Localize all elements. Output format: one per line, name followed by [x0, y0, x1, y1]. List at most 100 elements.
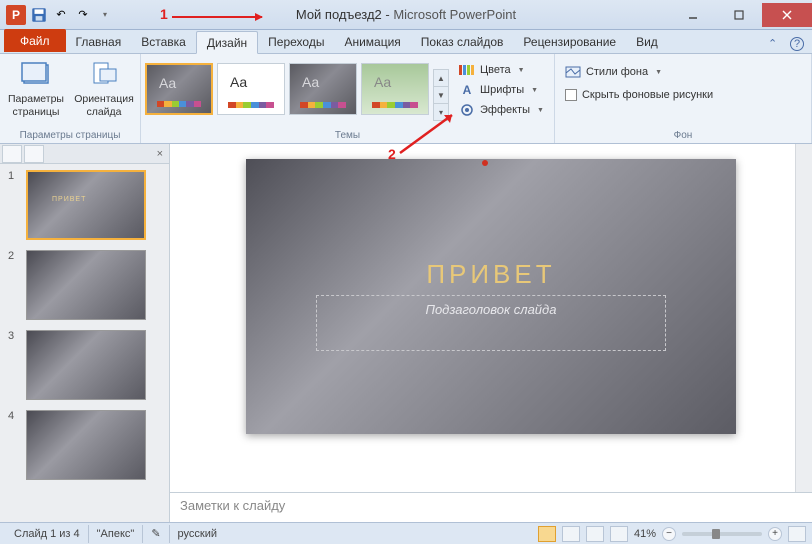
file-tab[interactable]: Файл: [4, 29, 66, 52]
theme-fonts-button[interactable]: A Шрифты▼: [455, 81, 548, 99]
qat-dropdown-icon[interactable]: ▾: [96, 6, 114, 24]
tab-review[interactable]: Рецензирование: [513, 30, 626, 53]
theme-thumb-4[interactable]: Aa: [361, 63, 429, 115]
app-icon[interactable]: P: [6, 5, 26, 25]
group-background: Стили фона▼ Скрыть фоновые рисунки Фон: [555, 54, 812, 143]
page-setup-icon: [20, 59, 52, 91]
annotation-arrow-1: [172, 16, 262, 18]
redo-icon[interactable]: ↷: [74, 6, 92, 24]
slide-subtitle-text: Подзаголовок слайда: [426, 302, 557, 317]
theme-colors-button[interactable]: Цвета▼: [455, 61, 548, 79]
window-title: Мой подъезд2 - Microsoft PowerPoint: [296, 7, 516, 22]
undo-icon[interactable]: ↶: [52, 6, 70, 24]
notes-placeholder: Заметки к слайду: [180, 498, 285, 513]
thumb-slide[interactable]: ПРИВЕТ: [26, 170, 146, 240]
group-themes: Aa Aa Aa Aa ▲ ▼ ▾: [141, 54, 555, 143]
theme-thumb-current[interactable]: Aa: [145, 63, 213, 115]
thumb-item[interactable]: 4: [8, 410, 161, 480]
thumb-slide[interactable]: [26, 250, 146, 320]
page-setup-label: Параметры страницы: [6, 93, 66, 118]
orientation-icon: [88, 59, 120, 91]
status-bar: Слайд 1 из 4 "Апекс" ✎ русский 41% − +: [0, 522, 812, 544]
annotation-dot: [482, 160, 488, 166]
status-theme[interactable]: "Апекс": [89, 525, 144, 543]
spellcheck-icon: ✎: [151, 527, 160, 540]
tab-insert[interactable]: Вставка: [131, 30, 196, 53]
zoom-value[interactable]: 41%: [634, 528, 656, 540]
gallery-down-icon[interactable]: ▼: [434, 87, 448, 104]
group-label-themes: Темы: [145, 128, 550, 143]
normal-view-button[interactable]: [538, 526, 556, 542]
quick-access-toolbar: P ↶ ↷ ▾: [0, 5, 120, 25]
thumbnails-panel: × 1 ПРИВЕТ 2 3 4: [0, 144, 170, 522]
chevron-down-icon: ▼: [655, 69, 662, 76]
maximize-button[interactable]: [716, 3, 762, 27]
ribbon-tabs: Файл Главная Вставка Дизайн Переходы Ани…: [0, 30, 812, 54]
tab-transitions[interactable]: Переходы: [258, 30, 334, 53]
tab-view[interactable]: Вид: [626, 30, 668, 53]
annotation-1: 1: [160, 6, 168, 22]
sorter-view-button[interactable]: [562, 526, 580, 542]
notes-pane[interactable]: Заметки к слайду: [170, 492, 812, 522]
thumb-tab-slides[interactable]: [2, 145, 22, 163]
tab-animations[interactable]: Анимация: [334, 30, 410, 53]
thumbnail-tabs: ×: [0, 144, 169, 164]
doc-name: Мой подъезд2: [296, 7, 382, 22]
chevron-down-icon: ▼: [518, 67, 525, 74]
effects-icon: [459, 103, 475, 117]
status-language[interactable]: русский: [170, 525, 225, 543]
zoom-slider[interactable]: [682, 532, 762, 536]
background-styles-icon: [565, 65, 581, 79]
status-slide-info[interactable]: Слайд 1 из 4: [6, 525, 89, 543]
theme-thumb-office[interactable]: Aa: [217, 63, 285, 115]
themes-gallery: Aa Aa Aa Aa ▲ ▼ ▾: [145, 57, 449, 121]
help-icon[interactable]: ?: [790, 37, 804, 51]
chevron-down-icon: ▼: [531, 87, 538, 94]
fonts-icon: A: [459, 83, 475, 97]
thumb-item[interactable]: 1 ПРИВЕТ: [8, 170, 161, 240]
theme-thumb-3[interactable]: Aa: [289, 63, 357, 115]
zoom-slider-thumb[interactable]: [712, 529, 720, 539]
reading-view-button[interactable]: [586, 526, 604, 542]
orientation-button[interactable]: Ориентация слайда: [72, 57, 136, 120]
thumb-item[interactable]: 2: [8, 250, 161, 320]
zoom-in-button[interactable]: +: [768, 527, 782, 541]
thumb-slide[interactable]: [26, 410, 146, 480]
minimize-ribbon-icon[interactable]: ⌃: [768, 37, 784, 53]
thumb-number: 3: [8, 330, 18, 400]
tab-home[interactable]: Главная: [66, 30, 132, 53]
thumb-list: 1 ПРИВЕТ 2 3 4: [0, 164, 169, 496]
group-page-setup: Параметры страницы Ориентация слайда Пар…: [0, 54, 141, 143]
checkbox-icon: [565, 89, 577, 101]
vertical-scrollbar[interactable]: [795, 144, 812, 492]
close-button[interactable]: [762, 3, 812, 27]
group-label-page-setup: Параметры страницы: [4, 128, 136, 143]
save-icon[interactable]: [30, 6, 48, 24]
annotation-arrow-2: [400, 113, 456, 153]
slideshow-view-button[interactable]: [610, 526, 628, 542]
minimize-button[interactable]: [670, 3, 716, 27]
slide-title[interactable]: ПРИВЕТ: [246, 259, 736, 290]
slide[interactable]: ПРИВЕТ Подзаголовок слайда: [246, 159, 736, 434]
slide-canvas[interactable]: ПРИВЕТ Подзаголовок слайда: [170, 144, 812, 492]
tab-design[interactable]: Дизайн: [196, 31, 258, 54]
hide-background-checkbox[interactable]: Скрыть фоновые рисунки: [563, 87, 715, 103]
fit-to-window-button[interactable]: [788, 526, 806, 542]
thumb-number: 2: [8, 250, 18, 320]
tab-slideshow[interactable]: Показ слайдов: [411, 30, 514, 53]
slide-subtitle-placeholder[interactable]: Подзаголовок слайда: [316, 295, 666, 351]
zoom-out-button[interactable]: −: [662, 527, 676, 541]
thumb-close-icon[interactable]: ×: [151, 148, 169, 160]
status-spellcheck[interactable]: ✎: [143, 525, 169, 543]
thumb-item[interactable]: 3: [8, 330, 161, 400]
thumb-slide[interactable]: [26, 330, 146, 400]
group-label-background: Фон: [559, 128, 807, 143]
annotation-2: 2: [388, 146, 396, 162]
gallery-up-icon[interactable]: ▲: [434, 70, 448, 87]
background-styles-button[interactable]: Стили фона▼: [563, 63, 664, 81]
app-name: Microsoft PowerPoint: [393, 7, 516, 22]
page-setup-button[interactable]: Параметры страницы: [4, 57, 68, 120]
window-controls: [670, 3, 812, 27]
theme-effects-button[interactable]: Эффекты▼: [455, 101, 548, 119]
thumb-tab-outline[interactable]: [24, 145, 44, 163]
